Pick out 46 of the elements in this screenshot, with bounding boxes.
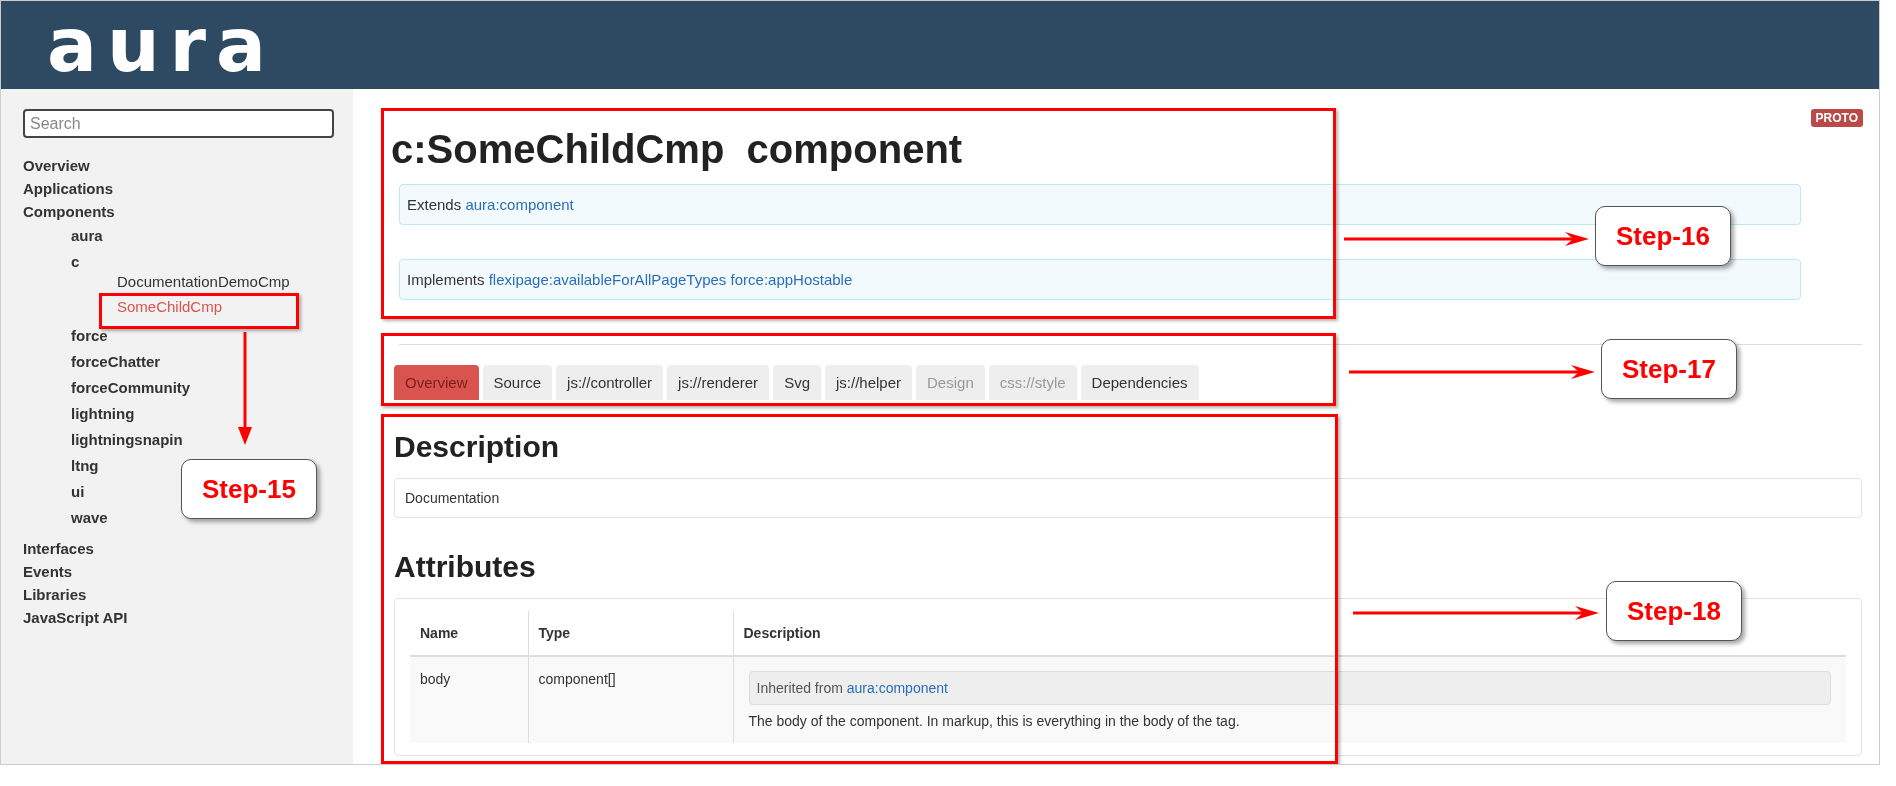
tab[interactable]: Dependencies	[1080, 365, 1199, 400]
nav-item[interactable]: JavaScript API	[23, 606, 128, 629]
search-field[interactable]: Search	[23, 109, 334, 138]
step-callout: Step-18	[1606, 581, 1742, 641]
nav-item[interactable]: Events	[23, 560, 73, 583]
nav-item[interactable]: lightning	[71, 401, 135, 427]
nav-item[interactable]: Components	[23, 200, 115, 223]
nav-item[interactable]: aura	[71, 223, 103, 249]
inherited-label: Inherited from	[756, 680, 843, 696]
nav-item[interactable]: wave	[71, 505, 108, 531]
step-callout: Step-15	[181, 459, 317, 519]
nav-item[interactable]: lightningsnapin	[71, 427, 183, 453]
link[interactable]: force:appHostable	[730, 271, 853, 288]
nav-item[interactable]: Applications	[23, 177, 113, 200]
implements-label: Implements	[407, 271, 485, 288]
step-callout: Step-17	[1601, 339, 1737, 399]
proto-badge: PROTO	[1810, 109, 1863, 127]
table-cell: component[]	[528, 656, 733, 743]
nav-item[interactable]: ltng	[71, 453, 99, 479]
logo: aura	[47, 8, 277, 82]
nav-item[interactable]: c	[71, 249, 80, 275]
nav-item[interactable]: DocumentationDemoCmp	[117, 269, 290, 294]
nav-item[interactable]: Libraries	[23, 583, 87, 606]
tab[interactable]: Svg	[773, 365, 821, 400]
nav-item[interactable]: Interfaces	[23, 537, 94, 560]
tab[interactable]: js://helper	[825, 365, 913, 400]
section-heading: Attributes	[394, 550, 536, 584]
table-cell: body	[410, 656, 528, 743]
link[interactable]: aura:component	[465, 196, 574, 213]
attribute-description: The body of the component. In markup, this is everything in the body of the tag.	[747, 713, 1241, 729]
description-text: Documentation	[394, 478, 1862, 518]
nav-item[interactable]: Overview	[23, 154, 90, 177]
link[interactable]: flexipage:availableForAllPageTypes	[488, 271, 727, 288]
nav-item[interactable]: SomeChildCmp	[117, 294, 223, 319]
link[interactable]: aura:component	[846, 680, 948, 696]
extends-label: Extends	[407, 196, 462, 213]
nav-item[interactable]: forceCommunity	[71, 375, 191, 401]
nav-item[interactable]: forceChatter	[71, 349, 161, 375]
tab[interactable]: js://controller	[556, 365, 664, 400]
tab[interactable]: Source	[482, 365, 553, 400]
tab[interactable]: js://renderer	[667, 365, 770, 400]
section-heading: Description	[394, 430, 560, 464]
page-title: c:SomeChildCmp component	[391, 127, 963, 172]
nav-item[interactable]: ui	[71, 479, 85, 505]
step-callout: Step-16	[1595, 206, 1731, 266]
nav-item[interactable]: force	[71, 323, 108, 349]
